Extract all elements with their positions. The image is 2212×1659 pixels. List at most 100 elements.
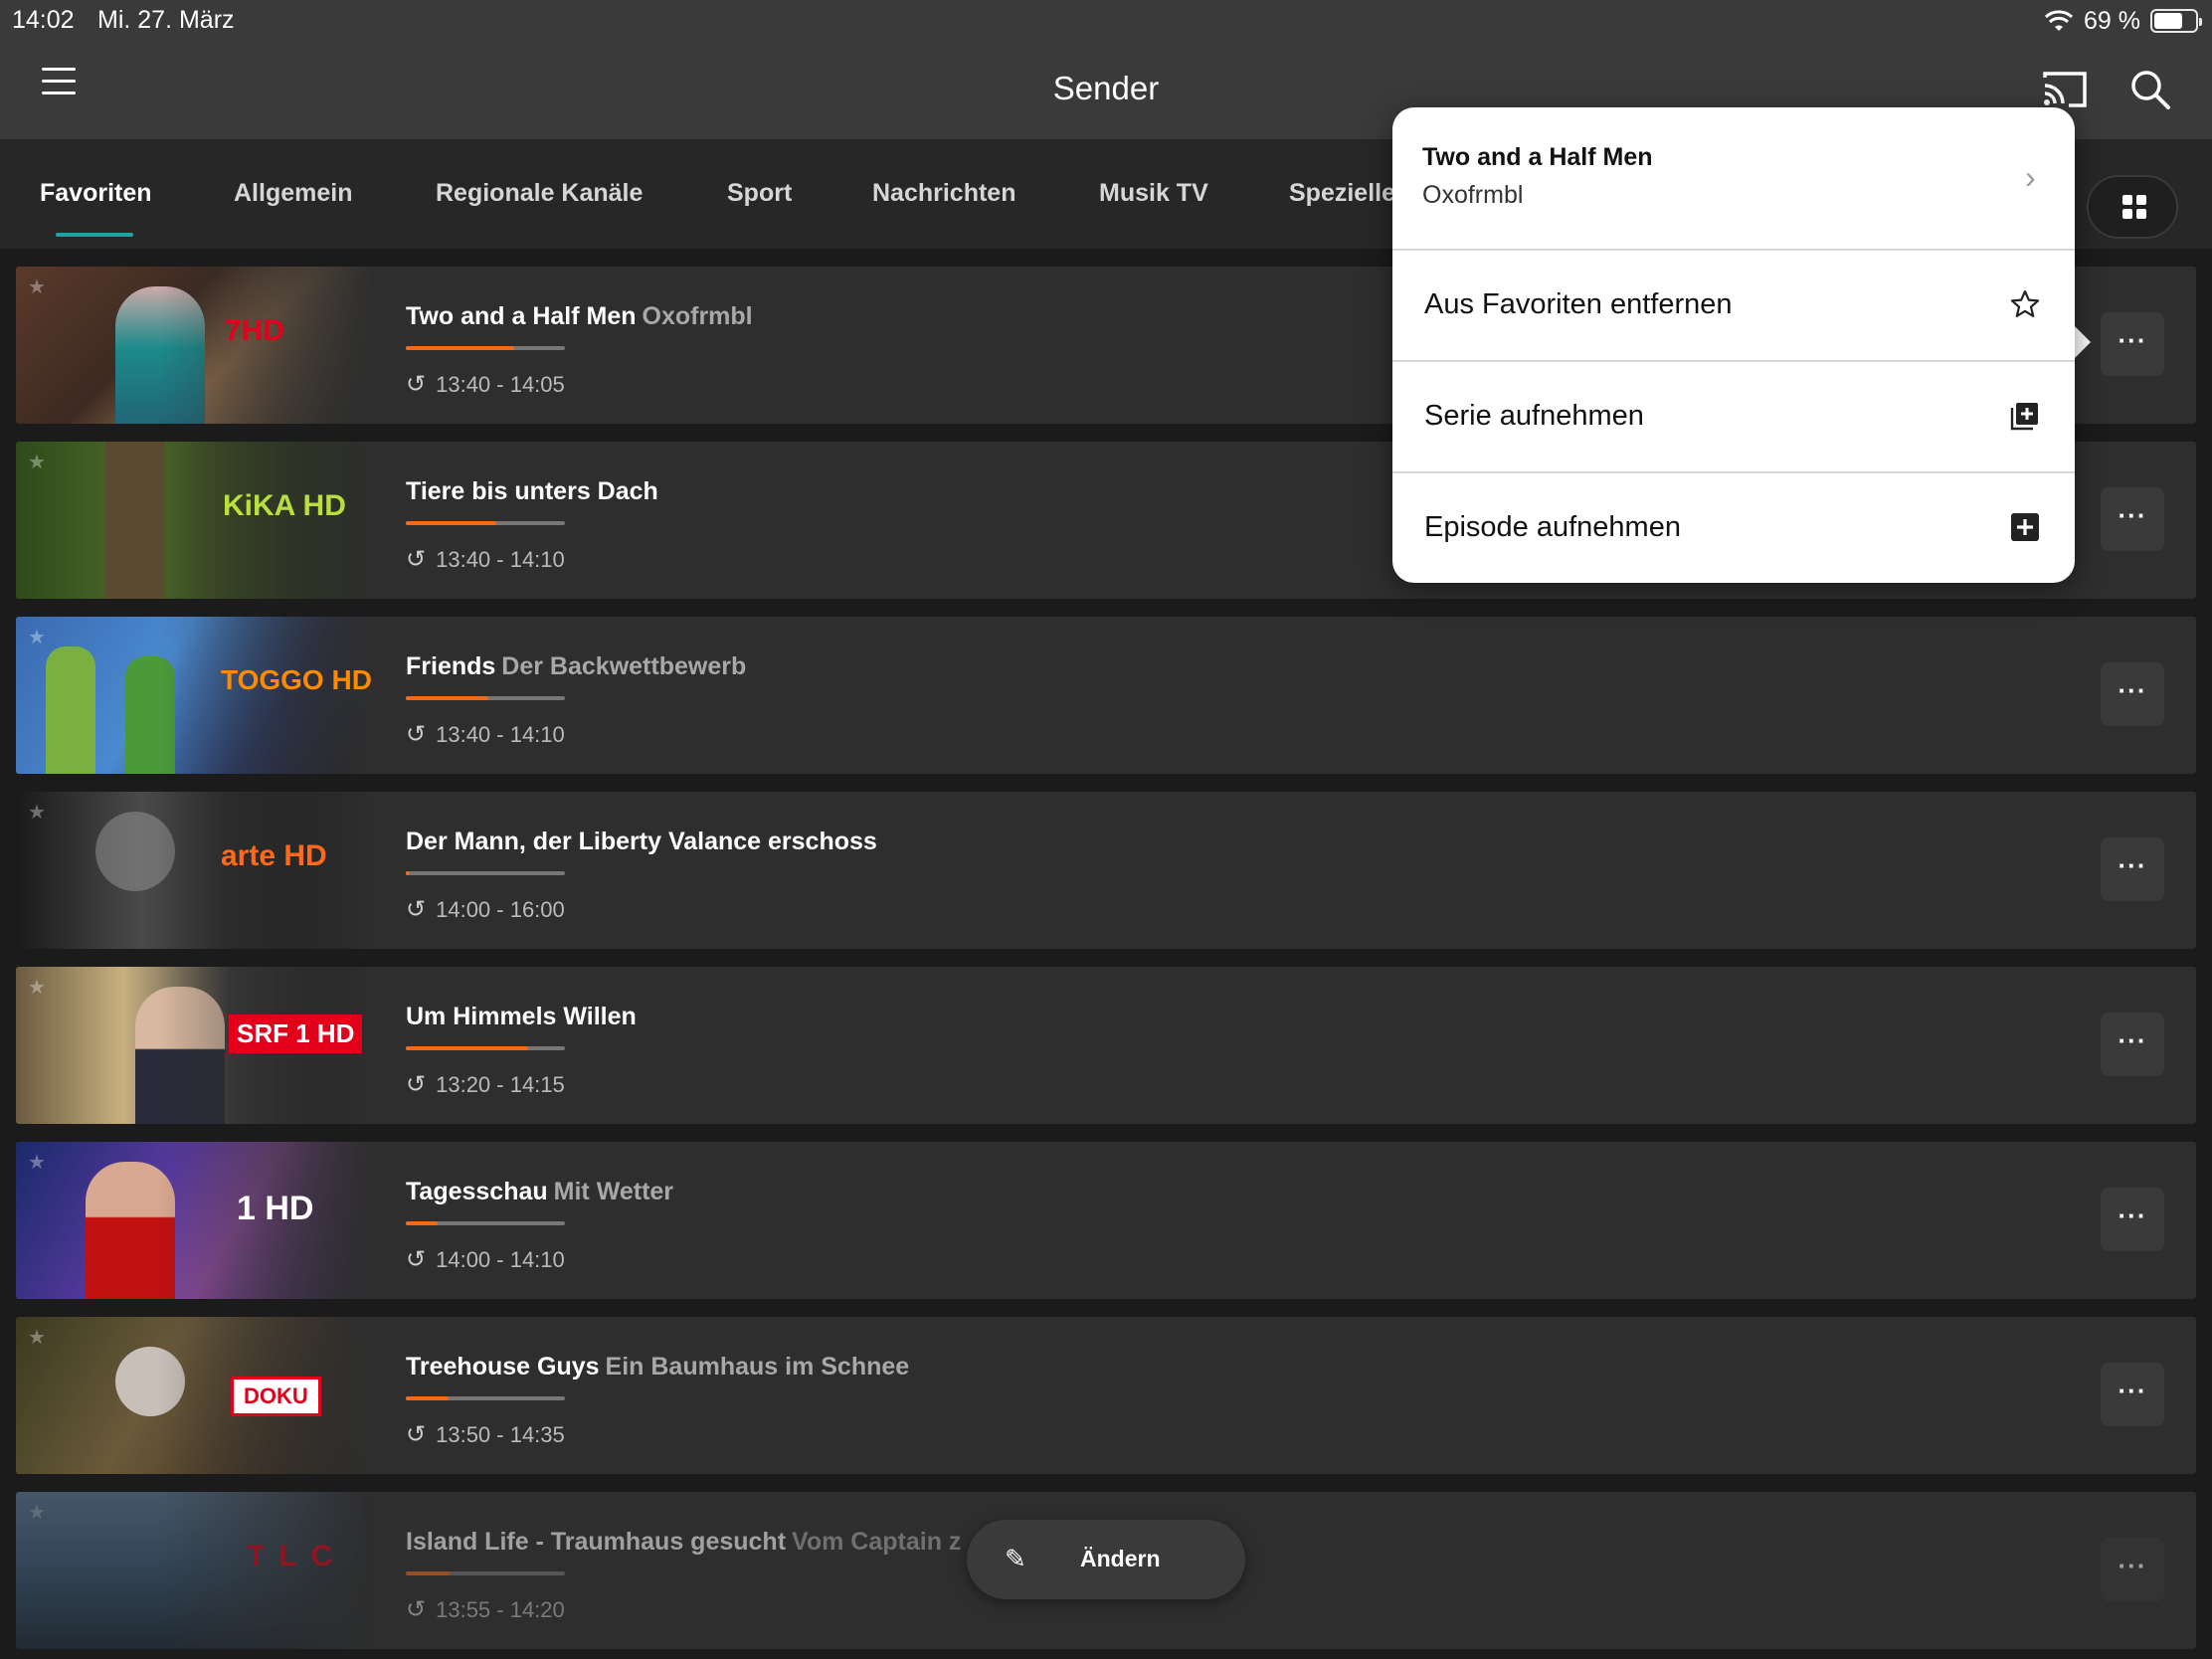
record-episode-icon [2011, 513, 2039, 541]
chevron-right-icon: › [2025, 159, 2036, 195]
record-series-icon [2010, 403, 2038, 431]
program-progress [406, 521, 565, 525]
channel-row[interactable]: ★ 1 HD Tagesschau Mit Wetter ↺ 14:00 - 14:… [16, 1142, 2196, 1299]
channel-thumbnail: ★ KiKA HD [16, 442, 374, 599]
program-time: ↺ 14:00 - 14:10 [406, 1245, 565, 1274]
favorite-star-icon: ★ [28, 1152, 46, 1174]
search-button[interactable] [2128, 68, 2172, 111]
grid-view-button[interactable] [2087, 175, 2178, 239]
favorite-star-icon: ★ [28, 1327, 46, 1349]
program-time: ↺ 13:20 - 14:15 [406, 1070, 565, 1099]
menu-item-label: Episode aufnehmen [1424, 511, 1681, 543]
cast-icon [2043, 72, 2087, 107]
channel-row[interactable]: ★ arte HD Der Mann, der Liberty Valance … [16, 792, 2196, 949]
menu-item-label: Serie aufnehmen [1424, 400, 1644, 432]
replay-icon: ↺ [406, 546, 427, 573]
program-title: Um Himmels Willen [406, 1003, 637, 1030]
tab-musik-tv[interactable]: Musik TV [1099, 179, 1208, 208]
program-progress [406, 1221, 565, 1225]
favorite-star-icon: ★ [28, 1502, 46, 1524]
channel-thumbnail: ★ SRF 1 HD [16, 967, 374, 1124]
channel-logo: TOGGO HD [221, 664, 372, 695]
channel-row[interactable]: ★ SRF 1 HD Um Himmels Willen ↺ 13:20 - 14… [16, 967, 2196, 1124]
program-progress [406, 696, 565, 700]
more-options-button[interactable]: ··· [2101, 487, 2164, 551]
replay-icon: ↺ [406, 896, 427, 923]
favorite-star-icon: ★ [28, 276, 46, 298]
tab-regionale-kanaele[interactable]: Regionale Kanäle [436, 179, 643, 208]
record-series-item[interactable]: Serie aufnehmen [1392, 362, 2075, 473]
channel-logo: 7HD [225, 314, 285, 347]
program-time-text: 13:40 - 14:05 [436, 371, 565, 397]
channel-logo: arte HD [221, 839, 327, 872]
tab-favoriten[interactable]: Favoriten [40, 179, 152, 208]
more-options-button[interactable]: ··· [2101, 662, 2164, 726]
channel-row[interactable]: ★ DOKU Treehouse Guys Ein Baumhaus im Sch… [16, 1317, 2196, 1474]
program-time-text: 13:20 - 14:15 [436, 1071, 565, 1097]
more-options-button[interactable]: ··· [2101, 312, 2164, 376]
program-title-line: Two and a Half Men Oxofrmbl [406, 302, 753, 331]
page-title: Sender [1052, 70, 1160, 106]
program-title: Tagesschau [406, 1178, 548, 1205]
context-popover: Two and a Half Men Oxofrmbl › Aus Favori… [1392, 107, 2075, 583]
channel-logo: DOKU [231, 1377, 321, 1416]
program-time: ↺ 13:40 - 14:05 [406, 370, 565, 399]
edit-button[interactable]: ✎ Ändern [967, 1520, 1245, 1599]
program-title-line: Friends Der Backwettbewerb [406, 652, 746, 681]
edit-button-label: Ändern [1080, 1546, 1161, 1571]
status-time: 14:02 [12, 6, 75, 34]
program-time: ↺ 13:40 - 14:10 [406, 545, 565, 574]
search-icon [2131, 71, 2170, 109]
battery-fill [2154, 13, 2182, 29]
remove-favorite-item[interactable]: Aus Favoriten entfernen [1392, 251, 2075, 362]
more-options-button[interactable]: ··· [2101, 1013, 2164, 1076]
program-subtitle: Ein Baumhaus im Schnee [605, 1353, 910, 1381]
favorite-star-icon: ★ [28, 452, 46, 473]
program-title: Der Mann, der Liberty Valance erschoss [406, 828, 877, 855]
popover-subtitle: Oxofrmbl [1422, 181, 1524, 209]
pencil-icon: ✎ [1005, 1544, 1026, 1573]
channel-logo: TLC [247, 1540, 347, 1572]
channel-thumbnail: ★ DOKU [16, 1317, 374, 1474]
program-time-text: 13:55 - 14:20 [436, 1596, 565, 1622]
program-time-text: 13:50 - 14:35 [436, 1421, 565, 1447]
replay-icon: ↺ [406, 721, 427, 748]
replay-icon: ↺ [406, 1596, 427, 1623]
wifi-icon [2044, 10, 2074, 31]
program-time: ↺ 13:55 - 14:20 [406, 1595, 565, 1624]
tab-allgemein[interactable]: Allgemein [234, 179, 352, 208]
channel-logo: KiKA HD [223, 489, 346, 522]
channel-thumbnail: ★ TOGGO HD [16, 617, 374, 774]
program-progress [406, 1396, 565, 1400]
battery-percent: 69 % [2084, 6, 2140, 35]
more-options-button[interactable]: ··· [2101, 837, 2164, 901]
channel-logo: 1 HD [237, 1190, 314, 1227]
program-time-text: 13:40 - 14:10 [436, 546, 565, 572]
channel-thumbnail: ★ 1 HD [16, 1142, 374, 1299]
program-title-line: Der Mann, der Liberty Valance erschoss [406, 828, 883, 856]
status-indicators: 69 % [2044, 6, 2202, 36]
favorite-star-icon: ★ [28, 802, 46, 824]
program-subtitle: Mit Wetter [553, 1178, 674, 1205]
program-time: ↺ 14:00 - 16:00 [406, 895, 565, 924]
tab-sport[interactable]: Sport [727, 179, 792, 208]
cast-button[interactable] [2041, 68, 2089, 111]
tab-spezielle[interactable]: Spezielle [1289, 179, 1395, 208]
more-options-button[interactable]: ··· [2101, 1363, 2164, 1426]
more-options-button[interactable]: ··· [2101, 1538, 2164, 1601]
program-title-line: Island Life - Traumhaus gesucht Vom Capta… [406, 1528, 961, 1557]
battery-icon [2150, 9, 2202, 33]
program-progress [406, 871, 565, 875]
channel-thumbnail: ★ arte HD [16, 792, 374, 949]
channel-row[interactable]: ★ TOGGO HD Friends Der Backwettbewerb ↺ 13… [16, 617, 2196, 774]
status-date: Mi. 27. März [97, 6, 235, 34]
program-subtitle: Vom Captain z [792, 1528, 962, 1556]
record-episode-item[interactable]: Episode aufnehmen [1392, 473, 2075, 585]
channel-logo: SRF 1 HD [229, 1014, 363, 1053]
replay-icon: ↺ [406, 1246, 427, 1273]
favorite-star-icon: ★ [28, 627, 46, 648]
popover-program-header[interactable]: Two and a Half Men Oxofrmbl › [1392, 107, 2075, 251]
more-options-button[interactable]: ··· [2101, 1188, 2164, 1251]
menu-item-label: Aus Favoriten entfernen [1424, 288, 1733, 320]
tab-nachrichten[interactable]: Nachrichten [872, 179, 1015, 208]
